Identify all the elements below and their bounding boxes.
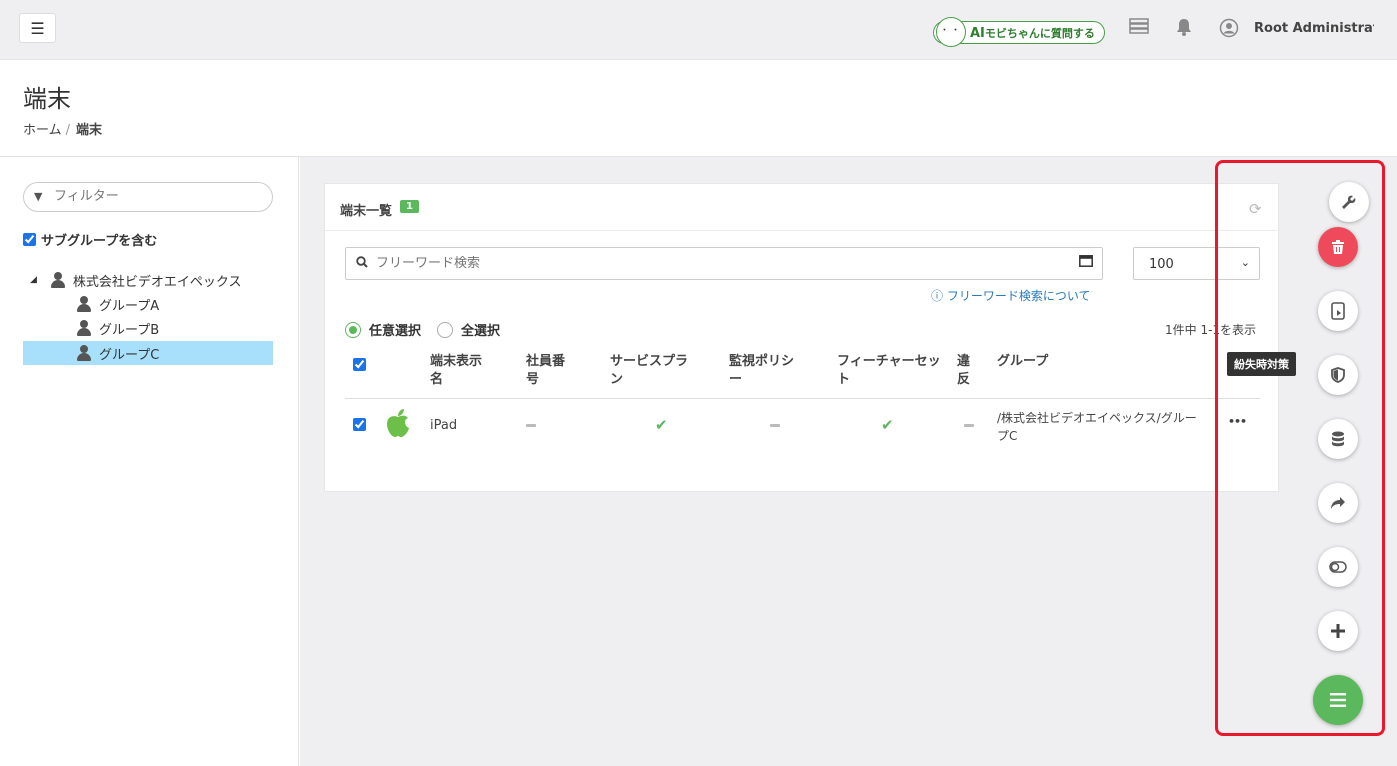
top-bar: ☰ ・・ AIモビちゃんに質問する Root Administrat... [0, 0, 1397, 60]
breadcrumb-current: 端末 [76, 123, 103, 138]
column-header-violation[interactable]: 違反 [957, 353, 972, 389]
radio-all-label: 全選択 [461, 324, 501, 339]
column-header-monitor-policy[interactable]: 監視ポリシー [729, 353, 799, 389]
include-subgroups-label: サブグループを含む [41, 234, 158, 249]
calendar-icon[interactable] [1079, 255, 1093, 271]
count-badge: 1 [400, 200, 419, 213]
tree-item-label: グループC [99, 347, 160, 363]
hamburger-icon: ☰ [30, 18, 45, 38]
service-plan-check-icon: ✔ [655, 416, 668, 434]
ai-mascot-icon: ・・ [936, 17, 966, 47]
user-icon [77, 320, 91, 336]
filter-box: ▼ [23, 182, 273, 212]
card-header: 端末一覧 1 ⟳ [325, 184, 1278, 231]
monitor-policy-empty [770, 424, 780, 427]
card-title: 端末一覧 [340, 204, 393, 219]
tree-item-label: グループB [99, 322, 160, 338]
radio-any-select[interactable] [345, 321, 361, 338]
tree-item-group-b[interactable]: グループB [77, 316, 159, 340]
breadcrumb: ホーム / 端末 [23, 119, 102, 138]
breadcrumb-separator: / [65, 123, 71, 138]
header-divider [345, 398, 1260, 399]
row-checkbox[interactable] [353, 418, 366, 431]
violation-empty [964, 424, 974, 427]
caret-down-icon[interactable]: ◢ [30, 275, 37, 285]
search-icon [356, 256, 368, 271]
search-help-label: フリーワード検索について [946, 289, 1091, 303]
feature-set-check-icon: ✔ [881, 416, 894, 434]
bell-icon[interactable] [1173, 18, 1195, 40]
apple-icon [387, 409, 409, 437]
column-header-feature-set[interactable]: フィーチャーセット [837, 353, 947, 389]
tree-item-label: グループA [99, 298, 160, 314]
filter-icon: ▼ [34, 190, 43, 203]
filter-input[interactable] [54, 189, 254, 204]
highlight-frame [1215, 160, 1385, 736]
column-header-service-plan[interactable]: サービスプラン [610, 353, 695, 389]
hamburger-menu-button[interactable]: ☰ [19, 13, 56, 43]
page-title: 端末 [23, 85, 71, 113]
tree-item-label: 株式会社ビデオエイペックス [72, 274, 242, 290]
ai-assistant-button[interactable]: ・・ AIモビちゃんに質問する [933, 17, 1105, 47]
user-icon [77, 296, 91, 312]
column-header-device-name[interactable]: 端末表示名 [430, 353, 490, 389]
include-subgroups-checkbox[interactable] [23, 233, 36, 246]
user-name[interactable]: Root Administrat... [1254, 21, 1374, 36]
search-input[interactable] [376, 256, 1056, 271]
search-box [345, 247, 1103, 280]
employee-id-empty [526, 424, 536, 427]
server-icon[interactable] [1128, 18, 1150, 40]
per-page-value: 100 [1149, 257, 1174, 272]
user-icon [77, 345, 91, 361]
user-icon [50, 272, 65, 288]
device-list-card: 端末一覧 1 ⟳ 100 ⌄ ⓘ フリーワード検索について 任意選択 全選択 1… [324, 183, 1279, 492]
user-avatar-icon[interactable] [1218, 18, 1240, 40]
help-circle-icon: ⓘ [931, 289, 944, 303]
radio-any-label: 任意選択 [369, 324, 422, 339]
ai-label: モビちゃんに質問する [984, 27, 1095, 40]
device-name[interactable]: iPad [430, 418, 457, 433]
include-subgroups-option[interactable]: サブグループを含む [23, 230, 157, 249]
tree-item-root[interactable]: ◢ 株式会社ビデオエイペックス [30, 268, 242, 292]
select-all-checkbox[interactable] [353, 358, 366, 371]
group-sidebar: ▼ サブグループを含む ◢ 株式会社ビデオエイペックス グループA グループB … [0, 157, 299, 766]
device-group: /株式会社ビデオエイペックス/グループC [997, 411, 1197, 443]
ai-prefix: AI [970, 26, 985, 41]
tree-item-group-c[interactable]: グループC [23, 341, 273, 365]
search-help-link[interactable]: ⓘ フリーワード検索について [931, 287, 1091, 304]
column-header-group[interactable]: グループ [997, 353, 1077, 371]
selection-mode: 任意選択 全選択 [345, 320, 500, 339]
tree-item-group-a[interactable]: グループA [77, 292, 159, 316]
column-header-employee-id[interactable]: 社員番号 [526, 353, 571, 389]
radio-all-select[interactable] [437, 321, 454, 338]
breadcrumb-home[interactable]: ホーム [23, 123, 62, 138]
